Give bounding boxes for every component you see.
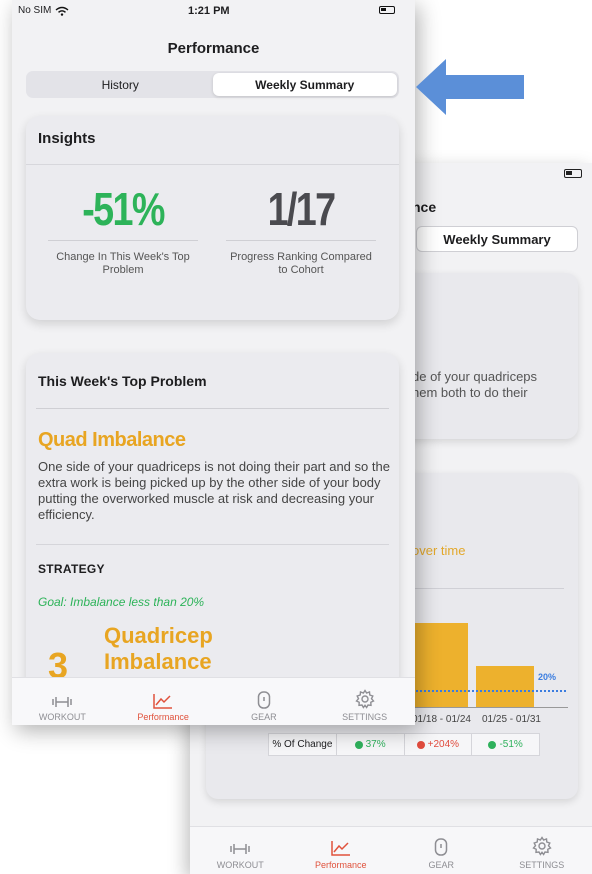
carrier: No SIM — [18, 5, 69, 16]
back-tab-performance[interactable]: Performance — [291, 827, 392, 874]
metric-ranking-value: 1/17 — [267, 183, 336, 235]
divider — [36, 408, 389, 409]
chart-bar — [476, 666, 534, 707]
strategy-step-label: Quadricep Imbalance — [104, 623, 213, 674]
percent-change-cell: +204% — [405, 734, 473, 755]
back-tab-weekly-summary[interactable]: Weekly Summary — [416, 226, 578, 252]
divider — [226, 240, 376, 241]
percent-change-cell: 37% — [337, 734, 405, 755]
strategy-heading: STRATEGY — [38, 562, 105, 576]
status-time: 1:21 PM — [188, 5, 230, 17]
top-problem-title: This Week's Top Problem — [38, 373, 207, 389]
metric-change-caption: Change In This Week's Top Problem — [56, 251, 190, 276]
tab-gear[interactable]: GEAR — [214, 678, 315, 725]
divider — [48, 240, 198, 241]
increase-icon — [416, 740, 425, 749]
category-label: 01/25 - 01/31 — [482, 714, 541, 725]
top-problem-card: This Week's Top Problem Quad Imbalance O… — [26, 353, 399, 713]
insights-title: Insights — [38, 130, 96, 147]
decrease-icon — [488, 740, 497, 749]
status-bar: No SIM 1:21 PM — [12, 0, 415, 20]
chart-icon — [331, 841, 350, 856]
metric-change: -51% Change In This Week's Top Problem — [48, 182, 198, 277]
divider — [26, 164, 399, 165]
divider — [36, 544, 389, 545]
decrease-icon — [354, 740, 363, 749]
tab-bar: WORKOUT Performance GEAR SETTINGS — [12, 677, 415, 725]
tab-settings[interactable]: SETTINGS — [314, 678, 415, 725]
front-phone-screen: No SIM 1:21 PM Performance History Weekl… — [12, 0, 415, 725]
strategy-goal: Goal: Imbalance less than 20% — [38, 595, 205, 609]
problem-description: One side of your quadriceps is not doing… — [38, 459, 390, 522]
metric-ranking-caption: Progress Ranking Compared to Cohort — [230, 251, 372, 276]
percent-change-row: % Of Change 37% +204% -51% — [268, 733, 540, 756]
arrow-left-icon — [416, 59, 524, 115]
percent-change-cell: -51% — [472, 734, 539, 755]
settings-gear-icon — [532, 836, 552, 856]
tab-history[interactable]: History — [28, 73, 213, 96]
back-tab-bar: WORKOUT Performance GEAR SETTINGS — [190, 826, 592, 874]
gear-device-icon — [435, 838, 448, 856]
back-tab-settings[interactable]: SETTINGS — [492, 827, 592, 874]
category-label: 01/18 - 01/24 — [412, 714, 471, 725]
insights-card: Insights -51% Change In This Week's Top … — [26, 116, 399, 320]
tab-performance[interactable]: Performance — [113, 678, 214, 725]
wifi-icon — [55, 6, 69, 16]
chart-icon — [153, 694, 173, 709]
battery-icon — [379, 6, 395, 14]
dumbbell-icon — [52, 697, 73, 707]
back-tab-gear[interactable]: GEAR — [391, 827, 492, 874]
back-chart-subtitle: over time — [412, 543, 466, 558]
dumbbell-icon — [230, 844, 250, 854]
tab-weekly-summary[interactable]: Weekly Summary — [212, 73, 397, 96]
battery-icon — [564, 169, 582, 178]
metric-ranking: 1/17 Progress Ranking Compared to Cohort — [226, 182, 376, 277]
back-tab-workout[interactable]: WORKOUT — [190, 827, 291, 874]
back-page-title: nce — [412, 199, 437, 215]
page-title: Performance — [167, 40, 260, 57]
tab-workout[interactable]: WORKOUT — [12, 678, 113, 725]
back-problem-text: de of your quadriceps hem both to do the… — [412, 369, 538, 400]
goal-line — [412, 690, 566, 692]
chart-bar — [412, 623, 468, 707]
divider — [412, 588, 564, 589]
metric-change-value: -51% — [82, 183, 165, 235]
settings-gear-icon — [354, 689, 375, 709]
segmented-control: History Weekly Summary — [26, 71, 399, 98]
gear-device-icon — [257, 691, 271, 709]
percent-change-label: % Of Change — [269, 734, 337, 755]
goal-line-label: 20% — [538, 672, 557, 682]
problem-name: Quad Imbalance — [38, 429, 186, 451]
